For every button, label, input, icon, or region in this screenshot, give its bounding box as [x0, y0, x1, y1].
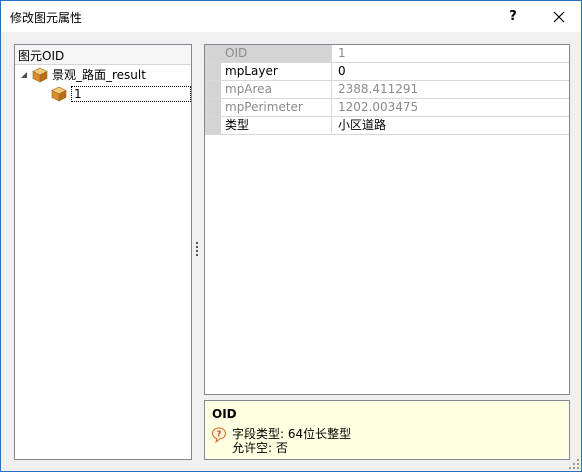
row-margin: [205, 99, 221, 116]
help-button[interactable]: ?: [495, 1, 531, 32]
collapse-arrow-icon[interactable]: [20, 71, 28, 79]
property-grid[interactable]: OID 1 mpLayer 0 mpArea 2388.411291 mpPer…: [204, 44, 570, 395]
cube-icon: [51, 86, 67, 101]
row-margin: [205, 63, 221, 80]
property-value[interactable]: 1202.003475: [333, 99, 569, 116]
property-row-oid[interactable]: OID 1: [205, 45, 569, 63]
property-row-mparea[interactable]: mpArea 2388.411291: [205, 81, 569, 99]
feature-tree[interactable]: 图元OID 景观_路面_result 1: [14, 44, 192, 460]
property-name: 类型: [221, 117, 332, 134]
help-balloon-icon: ?: [211, 427, 227, 443]
panel-splitter[interactable]: [193, 44, 203, 458]
property-row-mplayer[interactable]: mpLayer 0: [205, 63, 569, 81]
property-name: OID: [221, 45, 332, 62]
property-value[interactable]: 2388.411291: [333, 81, 569, 98]
close-button[interactable]: [541, 1, 577, 32]
property-value[interactable]: 小区道路: [333, 117, 569, 134]
property-value[interactable]: 0: [333, 63, 569, 80]
splitter-grip-icon: [196, 242, 198, 256]
row-margin: [205, 81, 221, 98]
window-title: 修改图元属性: [10, 11, 83, 25]
tree-item-child-label: 1: [71, 85, 191, 102]
tree-item-root[interactable]: 景观_路面_result: [32, 66, 146, 83]
description-nullable: 允许空: 否: [232, 441, 288, 455]
description-title: OID: [212, 407, 237, 421]
property-name: mpArea: [221, 81, 332, 98]
tree-header: 图元OID: [15, 45, 191, 65]
property-row-mpperimeter[interactable]: mpPerimeter 1202.003475: [205, 99, 569, 117]
row-margin: [205, 45, 221, 62]
property-description: OID ? 字段类型: 64位长整型 允许空: 否: [204, 400, 570, 460]
description-field-type: 字段类型: 64位长整型: [232, 427, 352, 441]
property-name: mpPerimeter: [221, 99, 332, 116]
title-bar[interactable]: 修改图元属性 ?: [1, 1, 581, 32]
row-margin: [205, 117, 221, 134]
property-row-type[interactable]: 类型 小区道路: [205, 117, 569, 135]
tree-item-root-label: 景观_路面_result: [52, 68, 146, 82]
property-name: mpLayer: [221, 63, 332, 80]
tree-header-label: 图元OID: [18, 49, 65, 63]
close-icon: [553, 11, 565, 22]
svg-text:?: ?: [217, 430, 222, 439]
cube-icon: [32, 67, 48, 82]
dialog-window: 修改图元属性 ? 图元OID 景观_路面_result 1 OID 1 mpLa…: [0, 0, 582, 472]
resize-grip-icon[interactable]: [569, 459, 579, 469]
tree-item-child[interactable]: 1: [51, 85, 191, 102]
property-value[interactable]: 1: [333, 45, 569, 62]
